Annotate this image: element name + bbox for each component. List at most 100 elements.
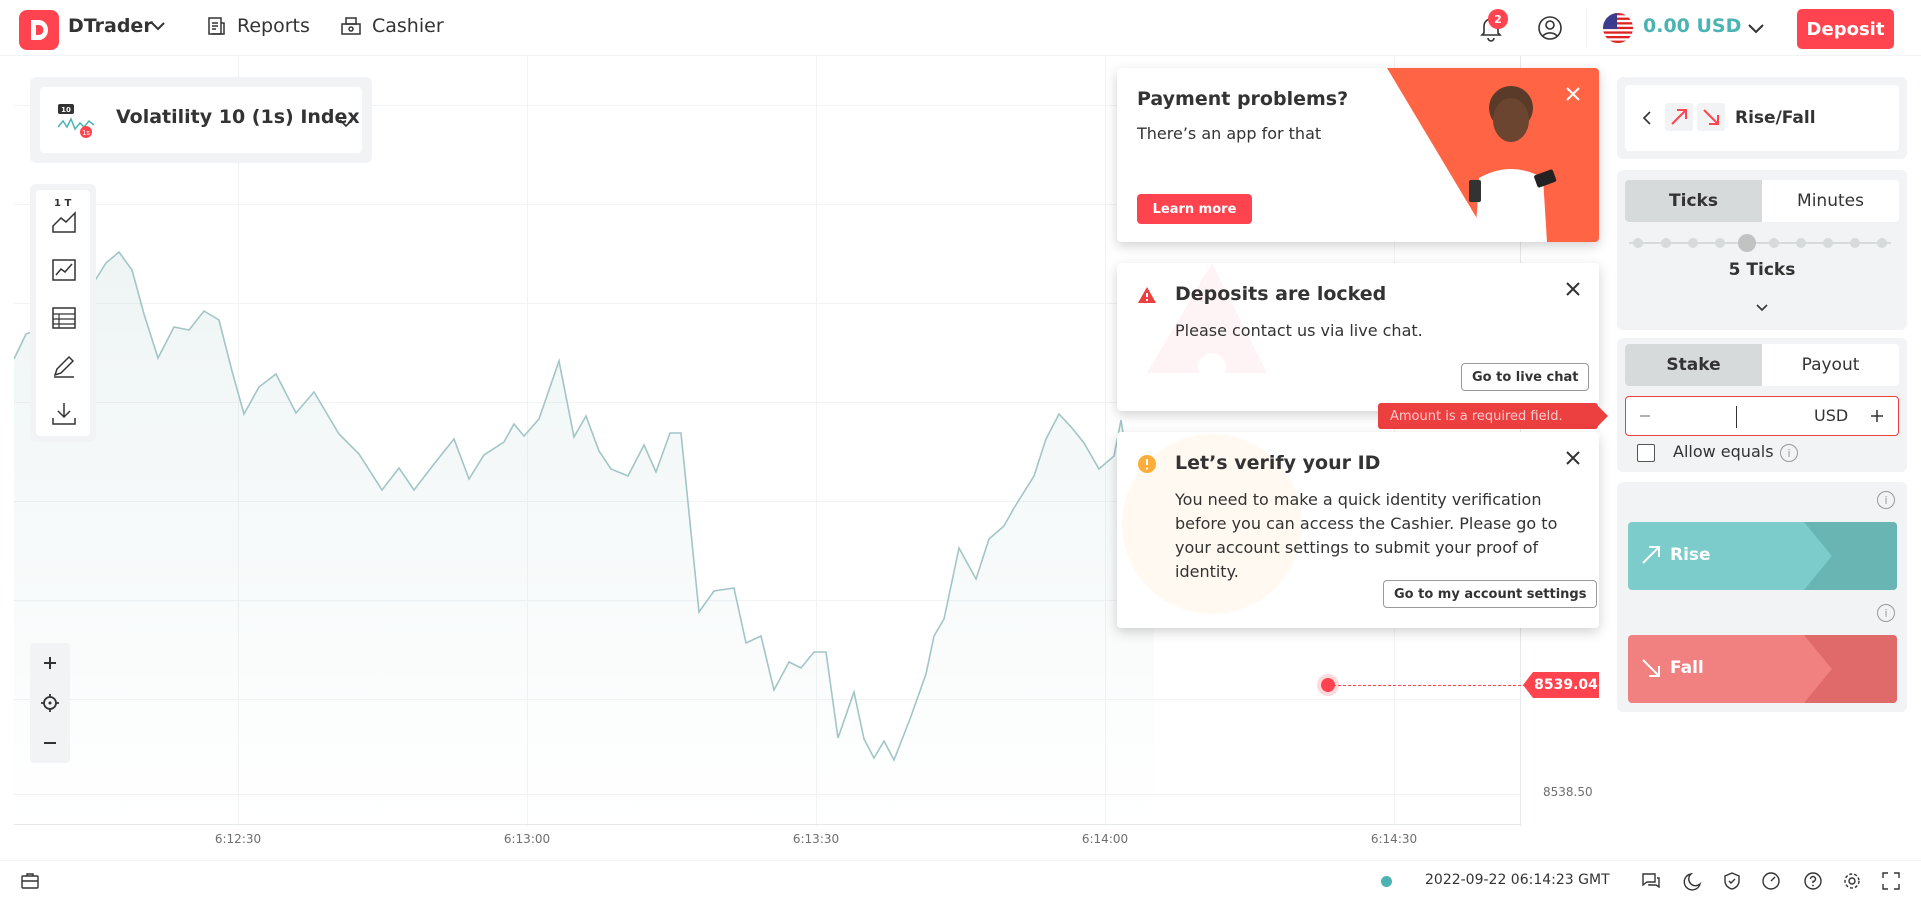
- minus-icon[interactable]: [1638, 409, 1652, 423]
- settings-gear-icon[interactable]: [1842, 871, 1862, 891]
- text-cursor: [1736, 406, 1737, 428]
- tab-ticks[interactable]: Ticks: [1625, 180, 1762, 222]
- go-to-account-settings-button[interactable]: Go to my account settings: [1383, 580, 1598, 608]
- slider-step[interactable]: [1769, 238, 1779, 248]
- slider-step[interactable]: [1823, 238, 1833, 248]
- info-icon[interactable]: i: [1780, 444, 1798, 462]
- theme-icon[interactable]: [1683, 871, 1703, 891]
- x-axis: [14, 824, 1520, 825]
- slider-step[interactable]: [1796, 238, 1806, 248]
- currency-label: USD: [1814, 406, 1849, 425]
- amount-tabs: Stake Payout: [1625, 344, 1899, 386]
- drawing-tools-icon[interactable]: [50, 352, 78, 380]
- slider-step[interactable]: [1715, 238, 1725, 248]
- cashier-icon: [341, 17, 361, 35]
- tab-payout[interactable]: Payout: [1762, 344, 1899, 386]
- notification-title: Payment problems?: [1137, 88, 1349, 110]
- exclamation-icon: [1138, 455, 1156, 473]
- chevron-down-icon: [339, 119, 353, 128]
- duration-card: Ticks Minutes 5 Ticks: [1617, 170, 1907, 330]
- info-icon[interactable]: i: [1877, 604, 1895, 622]
- account-balance[interactable]: 0.00 USD: [1643, 15, 1741, 37]
- volatility-index-icon: 10 1s: [57, 104, 95, 138]
- rise-label: Rise: [1670, 545, 1711, 565]
- slider-handle[interactable]: [1738, 234, 1756, 252]
- chevron-down-icon[interactable]: [148, 16, 168, 36]
- reports-icon: [208, 17, 225, 35]
- chart-type-icon[interactable]: [50, 208, 78, 236]
- contract-type-name: Rise/Fall: [1735, 108, 1816, 128]
- slider-step[interactable]: [1688, 238, 1698, 248]
- nav-cashier[interactable]: Cashier: [340, 15, 444, 37]
- duration-value: 5 Ticks: [1728, 260, 1796, 280]
- svg-text:1s: 1s: [82, 129, 90, 137]
- market-selector[interactable]: 10 1s Volatility 10 (1s) Index: [30, 77, 372, 163]
- fall-arrow-icon: [1697, 103, 1725, 131]
- close-icon[interactable]: [1563, 279, 1583, 299]
- nav-reports[interactable]: Reports: [205, 15, 310, 37]
- zoom-controls: [30, 643, 70, 763]
- live-chat-icon[interactable]: [1641, 871, 1661, 891]
- positions-icon[interactable]: [20, 871, 40, 891]
- zoom-out-button[interactable]: [30, 723, 70, 763]
- indicators-icon[interactable]: [50, 256, 78, 284]
- info-icon[interactable]: i: [1877, 491, 1895, 509]
- deposit-button[interactable]: Deposit: [1797, 9, 1894, 49]
- templates-icon[interactable]: [50, 304, 78, 332]
- plus-icon[interactable]: [1870, 409, 1884, 423]
- close-icon[interactable]: [1563, 448, 1583, 468]
- fall-arrow-icon: [1642, 659, 1660, 677]
- allow-equals-checkbox[interactable]: [1637, 444, 1655, 462]
- deriv-logo[interactable]: [19, 10, 59, 50]
- usd-flag-icon[interactable]: [1603, 13, 1633, 43]
- notification-badge: 2: [1488, 9, 1508, 29]
- chart-toolbar: 1 T: [30, 184, 96, 442]
- slider-step[interactable]: [1661, 238, 1671, 248]
- chevron-down-icon[interactable]: [1745, 17, 1767, 39]
- close-icon[interactable]: [1563, 84, 1583, 104]
- duration-tabs: Ticks Minutes: [1625, 180, 1899, 222]
- rise-button[interactable]: Rise: [1628, 522, 1897, 590]
- x-tick-label: 6:12:30: [214, 832, 262, 846]
- contract-type-selector[interactable]: Rise/Fall: [1625, 85, 1899, 151]
- slider-step[interactable]: [1877, 238, 1887, 248]
- nav-cashier-label: Cashier: [372, 15, 444, 37]
- amount-error-tooltip: Amount is a required field.: [1378, 403, 1608, 429]
- minus-icon: [44, 742, 56, 744]
- app-name[interactable]: DTrader: [68, 15, 153, 37]
- zoom-in-button[interactable]: [30, 643, 70, 683]
- learn-more-button[interactable]: Learn more: [1137, 194, 1252, 224]
- go-to-live-chat-button[interactable]: Go to live chat: [1461, 363, 1590, 391]
- speedometer-icon[interactable]: [1761, 871, 1781, 891]
- slider-step[interactable]: [1850, 238, 1860, 248]
- notification-text: Please contact us via live chat.: [1175, 321, 1423, 340]
- download-icon[interactable]: [50, 400, 78, 428]
- top-bar: DTrader Reports Cashier 2 0.00 USD Depos…: [0, 0, 1921, 56]
- tab-stake[interactable]: Stake: [1625, 344, 1762, 386]
- market-selector-inner: 10 1s Volatility 10 (1s) Index: [40, 87, 362, 153]
- allow-equals-label: Allow equals: [1673, 442, 1774, 461]
- payment-problems-notification: Payment problems? There’s an app for tha…: [1117, 68, 1599, 242]
- current-price-line: [1328, 685, 1526, 686]
- help-icon[interactable]: [1803, 871, 1823, 891]
- fall-button[interactable]: Fall: [1628, 635, 1897, 703]
- stake-input[interactable]: USD: [1625, 396, 1899, 436]
- crosshair-button[interactable]: [30, 683, 70, 723]
- market-name: Volatility 10 (1s) Index: [116, 106, 360, 128]
- slider-step[interactable]: [1633, 238, 1643, 248]
- chevron-down-icon[interactable]: [1754, 300, 1770, 316]
- notification-text: There’s an app for that: [1137, 124, 1322, 143]
- current-price-dot: [1321, 678, 1335, 692]
- chart-toolbar-inner: 1 T: [36, 190, 90, 436]
- tab-minutes[interactable]: Minutes: [1762, 180, 1899, 222]
- fullscreen-icon[interactable]: [1881, 871, 1901, 891]
- crosshair-icon: [41, 694, 59, 712]
- server-time: 2022-09-22 06:14:23 GMT: [1425, 872, 1610, 888]
- shield-icon[interactable]: [1722, 871, 1742, 891]
- notification-title: Deposits are locked: [1175, 283, 1387, 305]
- user-icon[interactable]: [1536, 14, 1564, 42]
- notification-text: You need to make a quick identity verifi…: [1175, 490, 1558, 581]
- x-tick-label: 6:13:30: [792, 832, 840, 846]
- current-price-tag: 8539.04: [1523, 672, 1599, 698]
- chevron-left-icon[interactable]: [1639, 109, 1657, 127]
